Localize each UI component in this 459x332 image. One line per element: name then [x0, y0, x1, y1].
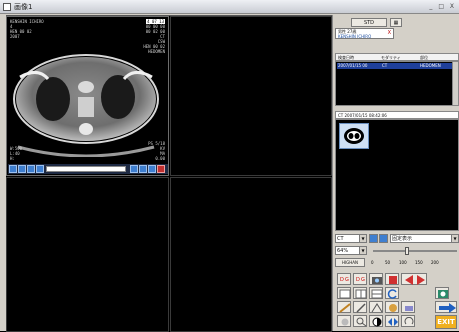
contrast-icon[interactable] [369, 315, 383, 327]
chevron-down-icon: ▼ [359, 247, 366, 254]
stop-button[interactable] [36, 165, 44, 173]
patient-tab[interactable]: 男性 27歳 KENSHIN ICHIRO X [335, 28, 394, 39]
close-icon[interactable]: X [388, 30, 391, 36]
erase-icon[interactable] [401, 301, 415, 313]
scale-row: HIGHAN 0 50 100 150 200 [335, 258, 459, 268]
image-viewer: KENSHIN ICHIRO 4 HEN 00 02 2007 4 07 13 … [6, 15, 332, 332]
viewer-pane-2[interactable] [170, 16, 332, 176]
angle-icon[interactable] [369, 301, 383, 313]
col-region[interactable]: 部位 [420, 54, 428, 61]
layout-2x2-icon[interactable]: DG [353, 273, 367, 285]
pane-toolbar [8, 164, 168, 174]
svg-text:G: G [361, 277, 365, 283]
overlay-bottom-left: W:500 L:40 H: [10, 146, 23, 161]
layout-a-icon[interactable] [337, 287, 351, 299]
chevron-down-icon: ▼ [359, 235, 366, 242]
exit-button[interactable]: EXIT [435, 315, 457, 329]
play-button[interactable] [27, 165, 35, 173]
overlay-top-left: KENSHIN ICHIRO 4 HEN 00 02 2007 [10, 19, 44, 39]
rotate-icon[interactable] [401, 315, 415, 327]
application-window: 画像1 _ □ X KENSHIN ICHIRO 4 HEN 00 02 200… [0, 0, 459, 332]
ct-scan-image [13, 54, 159, 157]
flip-icon[interactable] [385, 315, 399, 327]
study-table: 2007/01/15 00 CT HEDOMEN [335, 61, 459, 106]
page-arrows-icon[interactable] [401, 273, 427, 285]
grid-icon[interactable]: ▦ [390, 18, 402, 27]
layout-b-icon[interactable] [353, 287, 367, 299]
magnifier-icon[interactable] [435, 287, 449, 299]
series-label: CT 2007/01/15 08:42:06 [335, 111, 459, 119]
tool-palette: DG DG EXIT [335, 271, 459, 331]
col-date[interactable]: 検査日時 [338, 54, 354, 61]
study-table-header: 検査日時 モダリティ 部位 [335, 53, 459, 61]
window-slider[interactable] [373, 250, 457, 252]
zoom-select[interactable]: 64% ▼ [335, 246, 367, 255]
patient-name: KENSHIN ICHIRO [338, 34, 372, 39]
modality-select[interactable]: CT ▼ [335, 234, 367, 243]
slider-thumb[interactable] [405, 247, 409, 255]
close-pane-button[interactable] [157, 165, 165, 173]
stop-icon[interactable] [385, 273, 399, 285]
camera-icon[interactable] [369, 273, 383, 285]
series-thumbnails [335, 119, 459, 231]
svg-text:D: D [340, 277, 344, 283]
first-image-button[interactable] [9, 165, 17, 173]
window-title: 画像1 [14, 3, 33, 11]
zoom-tool-icon[interactable] [353, 315, 367, 327]
window-controls[interactable]: _ □ X [429, 3, 456, 10]
window-tool-2-icon[interactable] [379, 234, 388, 243]
table-row[interactable]: 2007/01/15 00 CT HEDOMEN [337, 63, 453, 69]
side-panel: STD ▦ 男性 27歳 KENSHIN ICHIRO X 検査日時 モダリティ… [332, 15, 459, 331]
roi-icon[interactable] [385, 301, 399, 313]
prev-image-button[interactable] [18, 165, 26, 173]
col-modality[interactable]: モダリティ [381, 54, 401, 61]
hand-icon[interactable] [337, 315, 351, 327]
zoom-row: 64% ▼ [335, 246, 459, 256]
viewer-pane-1[interactable]: KENSHIN ICHIRO 4 HEN 00 02 2007 4 07 13 … [6, 16, 169, 176]
ruler-icon[interactable] [337, 301, 351, 313]
app-icon [3, 3, 11, 11]
slice-slider[interactable] [46, 166, 126, 172]
modality-row: CT ▼ 固定表示 ▼ [335, 234, 459, 244]
layout-1x1-icon[interactable]: DG [337, 273, 351, 285]
viewer-pane-4[interactable] [170, 177, 332, 332]
overlay-top-right: 4 07 13 00 00 00 00 02 00 CT CSW HEN 00 … [143, 19, 165, 54]
title-bar: 画像1 _ □ X [0, 0, 459, 14]
table-scrollbar[interactable] [452, 62, 458, 105]
window-tool-icon[interactable] [369, 234, 378, 243]
svg-text:G: G [345, 277, 349, 283]
overlay-bottom-right: PS 5/18 KV MA 0.00 [148, 141, 165, 161]
next-image-button[interactable] [130, 165, 138, 173]
viewer-pane-3[interactable] [6, 177, 169, 332]
window-label-button[interactable]: HIGHAN [335, 258, 365, 267]
last-image-button[interactable] [139, 165, 147, 173]
pen-icon[interactable] [353, 301, 367, 313]
next-arrow-icon[interactable] [435, 301, 457, 313]
layout-c-icon[interactable] [369, 287, 383, 299]
loop-button[interactable] [148, 165, 156, 173]
chevron-down-icon: ▼ [451, 235, 458, 242]
refresh-icon[interactable] [385, 287, 399, 299]
series-thumbnail[interactable] [339, 123, 369, 149]
std-button[interactable]: STD [351, 18, 387, 27]
preset-select[interactable]: 固定表示 ▼ [390, 234, 459, 243]
svg-text:D: D [356, 277, 360, 283]
